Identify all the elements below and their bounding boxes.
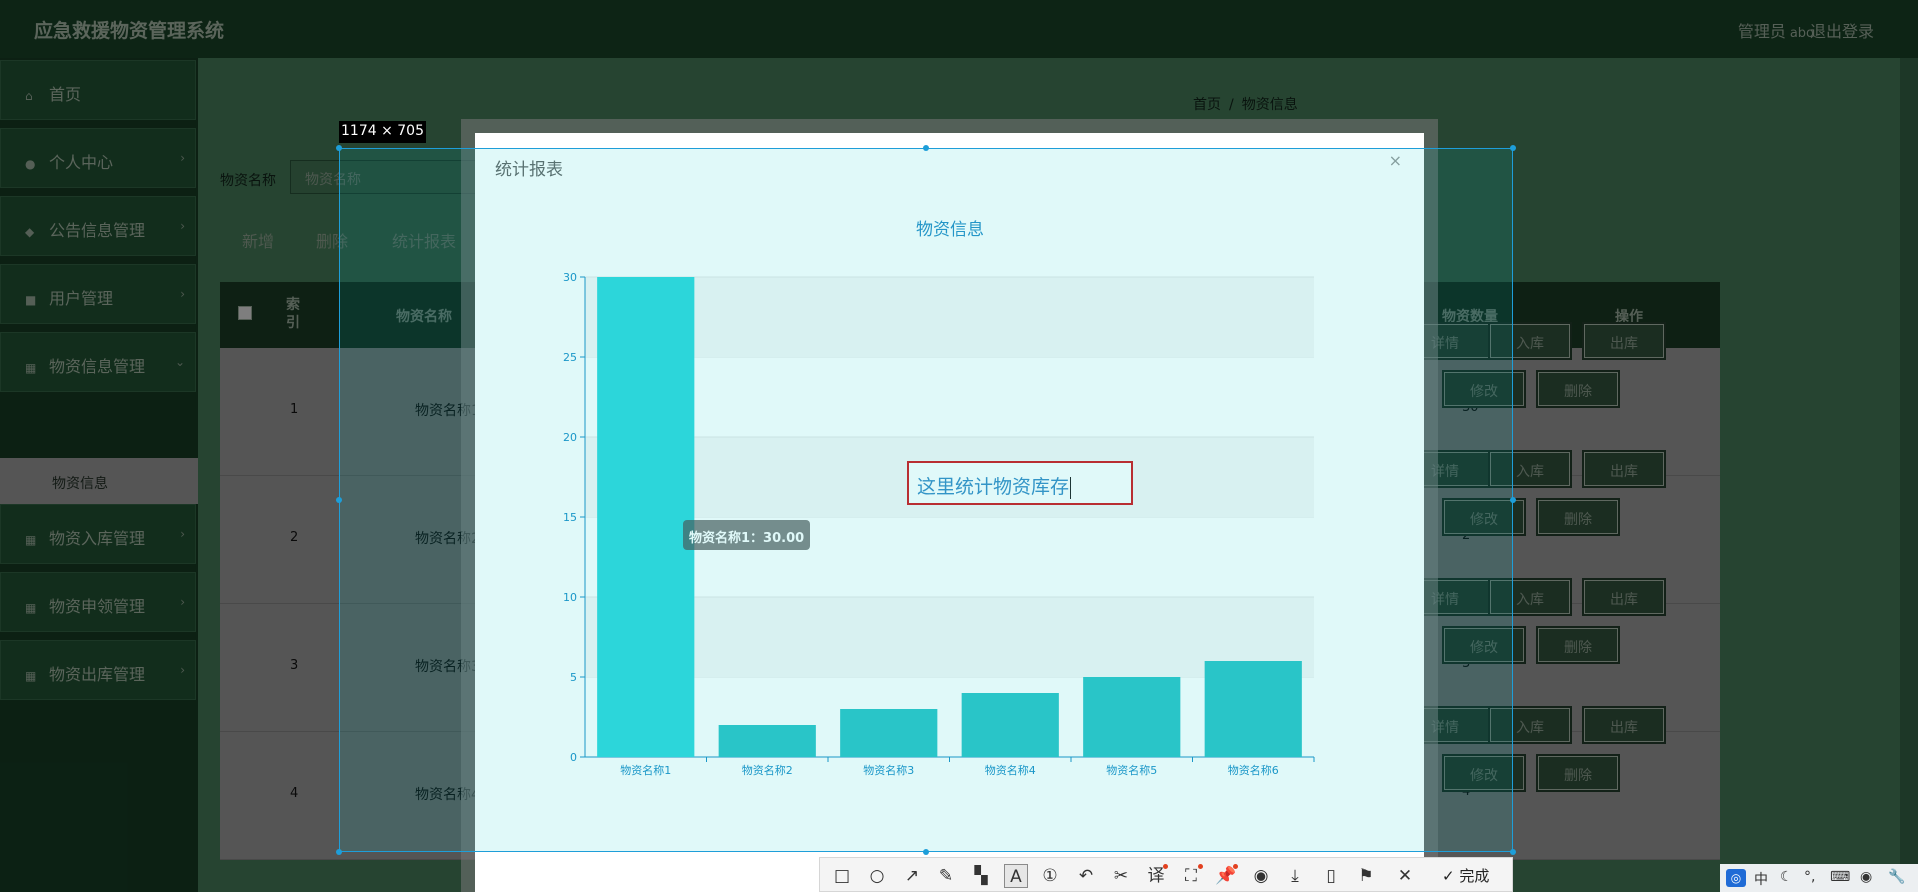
- y-tick-label: 30: [563, 271, 577, 284]
- resize-handle[interactable]: [923, 145, 929, 151]
- y-tick-label: 20: [563, 431, 577, 444]
- bar: [597, 277, 695, 757]
- capture-size-label: 1174 × 705: [339, 121, 426, 143]
- pin-icon[interactable]: 📌: [1214, 864, 1238, 888]
- moon-icon[interactable]: ☾: [1780, 869, 1793, 885]
- check-icon: ✓: [1442, 867, 1460, 885]
- translate-icon[interactable]: 译: [1144, 864, 1168, 888]
- download-icon[interactable]: ⤓: [1283, 864, 1307, 888]
- x-tick-label: 物资名称3: [863, 763, 914, 777]
- resize-handle[interactable]: [1510, 145, 1516, 151]
- app-root: 应急救援物资管理系统 管理员 abo 退出登录 ⌂ 首页 ● 个人中心 › ◆ 公告信息管…: [0, 0, 1918, 892]
- y-tick-label: 25: [563, 351, 577, 364]
- number-icon[interactable]: ①: [1038, 864, 1062, 888]
- done-label: 完成: [1459, 867, 1490, 885]
- phone-icon[interactable]: ▯: [1319, 864, 1343, 888]
- ellipse-icon[interactable]: ○: [865, 864, 889, 888]
- y-tick-label: 10: [563, 591, 577, 604]
- x-tick-label: 物资名称6: [1228, 763, 1279, 777]
- resize-handle[interactable]: [1510, 849, 1516, 855]
- annotation-textbox[interactable]: 这里统计物资库存: [907, 461, 1133, 505]
- resize-handle[interactable]: [1510, 497, 1516, 503]
- y-tick-label: 0: [570, 751, 577, 764]
- text-icon[interactable]: A: [1004, 864, 1028, 888]
- badge-dot: [1233, 864, 1238, 869]
- done-button[interactable]: ✓ 完成: [1442, 865, 1489, 886]
- pen-icon[interactable]: ✎: [934, 864, 958, 888]
- chart-title: 物资信息: [916, 220, 984, 240]
- ime-indicator[interactable]: 中: [1754, 869, 1768, 889]
- arrow-icon[interactable]: ↗: [900, 864, 924, 888]
- skin-icon[interactable]: ◉: [1860, 869, 1872, 885]
- badge-dot: [1198, 864, 1203, 869]
- resize-handle[interactable]: [336, 497, 342, 503]
- punctuation-icon[interactable]: °,: [1804, 869, 1815, 885]
- resize-handle[interactable]: [336, 145, 342, 151]
- x-tick-label: 物资名称4: [985, 763, 1036, 777]
- badge-dot: [1163, 864, 1168, 869]
- text-caret: [1070, 476, 1072, 499]
- resize-handle[interactable]: [923, 849, 929, 855]
- annotation-text: 这里统计物资库存: [917, 476, 1070, 498]
- bar: [1083, 677, 1181, 757]
- tray-app-icon[interactable]: ◎: [1726, 869, 1746, 887]
- record-icon[interactable]: ◉: [1249, 864, 1273, 888]
- wrench-icon[interactable]: 🔧: [1888, 869, 1905, 885]
- cut-icon[interactable]: ✂: [1109, 864, 1133, 888]
- bar: [718, 725, 816, 757]
- bookmark-icon[interactable]: ⚑: [1354, 864, 1378, 888]
- capture-toolbar: □ ○ ↗ ✎ ▚ A ① ↶ ✂ 译 ⛶ 📌 ◉ ⤓ ▯ ⚑ ✕ ✓ 完成: [819, 857, 1513, 892]
- bar: [1204, 661, 1302, 757]
- y-tick-label: 5: [570, 671, 577, 684]
- keyboard-icon[interactable]: ⌨: [1830, 869, 1850, 885]
- ocr-icon[interactable]: ⛶: [1179, 864, 1203, 888]
- y-tick-label: 15: [563, 511, 577, 524]
- mosaic-icon[interactable]: ▚: [969, 864, 993, 888]
- chart-tooltip: 物资名称1：30.00: [683, 520, 811, 550]
- system-tray: ◎ 中 ☾ °, ⌨ ◉ 🔧: [1720, 864, 1918, 892]
- rect-icon[interactable]: □: [830, 864, 854, 888]
- bar-chart: 物资信息 0 5 10 15 20 25 30 物资名称1 物资名称2 物资名称3 物资名称4 物资名称…: [563, 220, 1315, 777]
- resize-handle[interactable]: [336, 849, 342, 855]
- close-icon[interactable]: ✕: [1393, 864, 1417, 888]
- bar: [840, 709, 938, 757]
- x-tick-label: 物资名称5: [1106, 763, 1157, 777]
- undo-icon[interactable]: ↶: [1074, 864, 1098, 888]
- bar: [961, 693, 1059, 757]
- x-tick-label: 物资名称2: [742, 763, 793, 777]
- x-tick-label: 物资名称1: [620, 763, 671, 777]
